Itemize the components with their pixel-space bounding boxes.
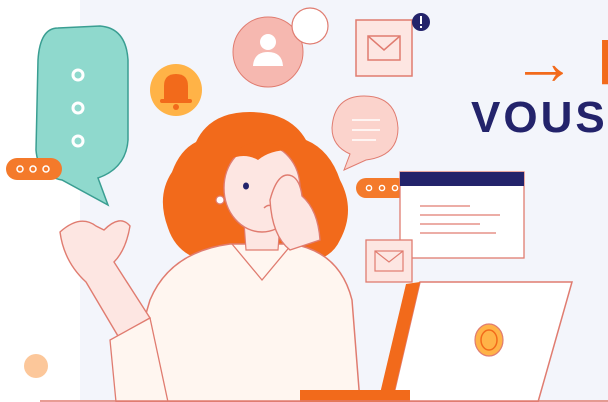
decorative-dot <box>24 354 48 378</box>
mail-icon <box>355 19 413 77</box>
typing-dots-icon <box>6 158 62 180</box>
coin-icon <box>474 323 504 357</box>
illustration-stage: → F VOUS <box>0 0 608 402</box>
headline-first-line: → F <box>512 26 608 98</box>
browser-window-icon <box>399 171 525 259</box>
alert-badge-icon <box>412 13 430 31</box>
user-bubble-icon <box>232 7 329 88</box>
headline-second-line: VOUS <box>471 93 608 142</box>
mail-icon <box>365 239 413 283</box>
message-bubble-icon <box>331 95 399 171</box>
bell-icon <box>150 64 202 116</box>
